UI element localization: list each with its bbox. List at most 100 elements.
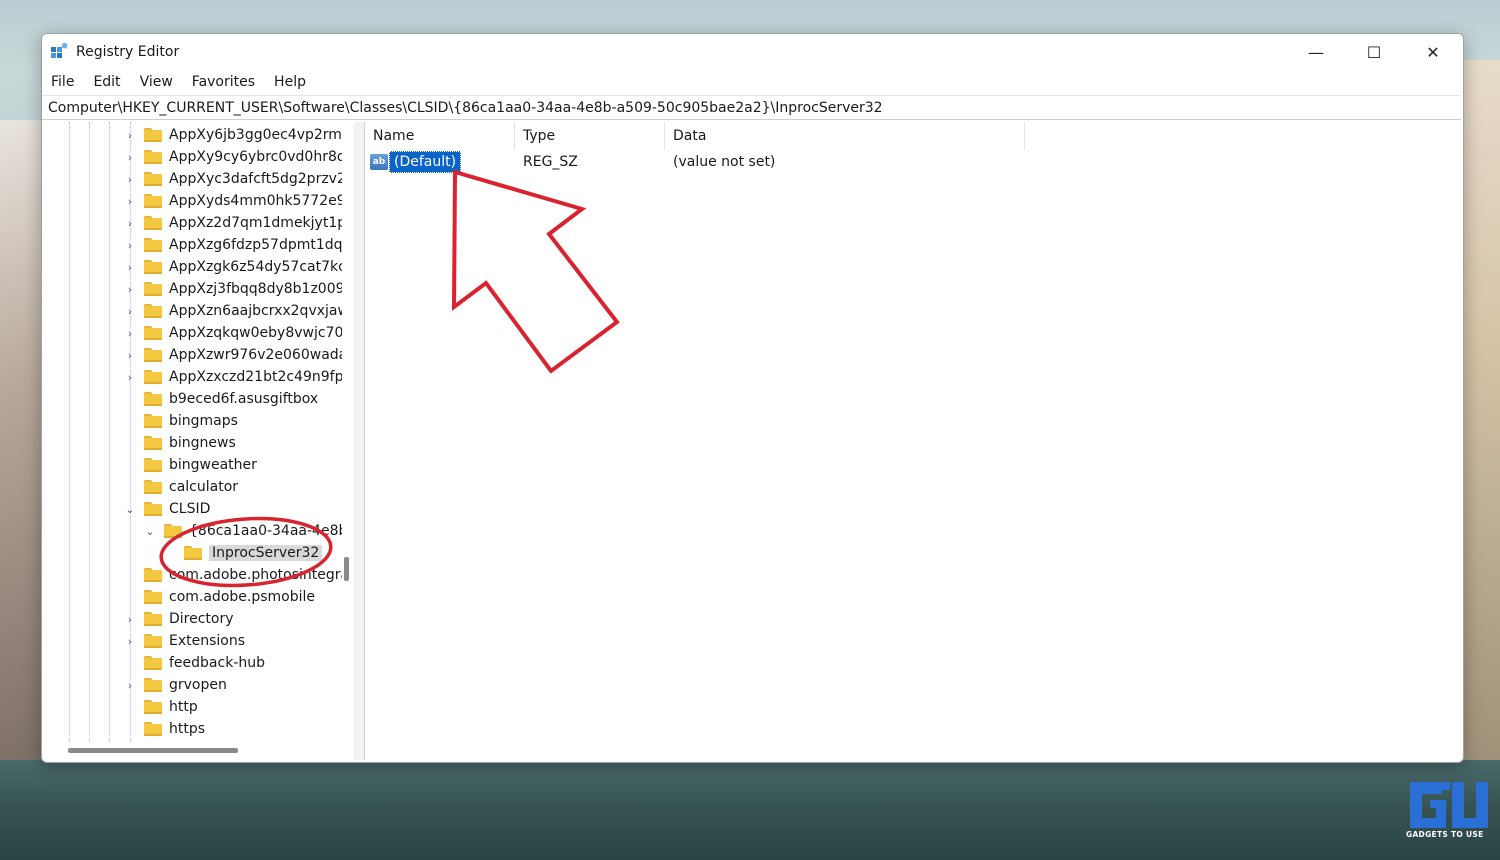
tree-item[interactable]: › Directory	[124, 608, 234, 630]
chevron-down-icon[interactable]: ⌄	[144, 525, 156, 538]
chevron-right-icon[interactable]: ›	[124, 283, 136, 296]
folder-icon	[144, 194, 162, 208]
tree-item[interactable]: › AppXzg6fdzp57dpmt1dqa	[124, 234, 347, 256]
tree-vertical-scrollbar[interactable]	[342, 122, 354, 742]
chevron-right-icon[interactable]: ›	[124, 305, 136, 318]
values-list[interactable]: Name Type Data ab (Default) REG_SZ (valu…	[365, 122, 1461, 760]
tree-item[interactable]: bingmaps	[124, 410, 238, 432]
tree-item[interactable]: › AppXzwr976v2e060wada4	[124, 344, 347, 366]
chevron-right-icon[interactable]: ›	[124, 327, 136, 340]
folder-icon	[144, 612, 162, 626]
value-row-default[interactable]: ab (Default)	[365, 151, 515, 173]
tree-item-label: https	[169, 721, 206, 737]
menu-view[interactable]: View	[139, 72, 174, 92]
folder-icon	[144, 480, 162, 494]
title-bar[interactable]: Registry Editor — ☐ ✕	[42, 34, 1463, 70]
chevron-right-icon[interactable]: ›	[124, 371, 136, 384]
folder-icon	[144, 216, 162, 230]
tree-item[interactable]: InprocServer32	[164, 542, 323, 564]
tree-item[interactable]: calculator	[124, 476, 238, 498]
tree-item[interactable]: › AppXz2d7qm1dmekjyt1p7	[124, 212, 347, 234]
close-button[interactable]: ✕	[1404, 34, 1462, 70]
tree-item[interactable]: bingnews	[124, 432, 236, 454]
tree-item[interactable]: com.adobe.photosintegra	[124, 564, 347, 586]
chevron-right-icon[interactable]: ›	[124, 635, 136, 648]
tree-item[interactable]: bingweather	[124, 454, 257, 476]
chevron-right-icon[interactable]: ›	[124, 173, 136, 186]
column-header-type[interactable]: Type	[515, 122, 665, 150]
tree-item[interactable]: feedback-hub	[124, 652, 265, 674]
pane-splitter[interactable]	[354, 122, 365, 760]
column-header-data[interactable]: Data	[665, 122, 1025, 150]
chevron-right-icon[interactable]: ›	[124, 679, 136, 692]
tree-item-label: bingweather	[169, 457, 257, 473]
menu-help[interactable]: Help	[273, 72, 307, 92]
tree-item[interactable]: › AppXzn6aajbcrxx2qvxjaw	[124, 300, 347, 322]
value-data: (value not set)	[673, 154, 776, 170]
tree-item[interactable]: https	[124, 718, 205, 740]
tree-scroll-thumb[interactable]	[344, 557, 349, 581]
tree-item[interactable]: ⌄ {86ca1aa0-34aa-4e8b-	[144, 520, 347, 542]
tree-item[interactable]: com.adobe.psmobile	[124, 586, 315, 608]
folder-icon	[144, 656, 162, 670]
registry-editor-window: Registry Editor — ☐ ✕ File Edit View Fav…	[41, 33, 1464, 763]
menu-favorites[interactable]: Favorites	[191, 72, 256, 92]
tree-item[interactable]: b9eced6f.asusgiftbox	[124, 388, 318, 410]
folder-icon	[144, 238, 162, 252]
folder-icon	[144, 590, 162, 604]
tree-item[interactable]: › Extensions	[124, 630, 245, 652]
chevron-right-icon[interactable]: ›	[124, 261, 136, 274]
folder-icon	[144, 436, 162, 450]
tree-horizontal-scrollbar[interactable]	[68, 748, 238, 753]
tree-item-label: b9eced6f.asusgiftbox	[169, 391, 319, 407]
tree-guide-line	[109, 122, 110, 742]
folder-icon	[144, 700, 162, 714]
menu-bar: File Edit View Favorites Help	[42, 70, 1463, 94]
tree-item-label: calculator	[169, 479, 239, 495]
tree-item[interactable]: › grvopen	[124, 674, 227, 696]
minimize-icon: —	[1308, 42, 1324, 62]
registry-tree[interactable]: › AppXy6jb3gg0ec4vp2rmn › AppXy9cy6ybrc0vd0…	[42, 122, 355, 760]
tree-item-label: com.adobe.psmobile	[169, 589, 315, 605]
chevron-right-icon[interactable]: ›	[124, 151, 136, 164]
menu-file[interactable]: File	[50, 72, 75, 92]
tree-item[interactable]: › AppXzxczd21bt2c49n9fpg	[124, 366, 347, 388]
chevron-right-icon[interactable]: ›	[124, 349, 136, 362]
value-name-default[interactable]: (Default)	[389, 151, 462, 173]
chevron-right-icon[interactable]: ›	[124, 195, 136, 208]
chevron-right-icon[interactable]: ›	[124, 129, 136, 142]
chevron-right-icon[interactable]: ›	[124, 613, 136, 626]
tree-item-label: AppXzqkqw0eby8vwjc70s	[169, 325, 347, 341]
chevron-right-icon[interactable]: ›	[124, 217, 136, 230]
tree-item[interactable]: › AppXzqkqw0eby8vwjc70s	[124, 322, 347, 344]
column-header-name[interactable]: Name	[365, 122, 515, 150]
folder-icon	[184, 546, 202, 560]
value-type: REG_SZ	[523, 154, 578, 170]
maximize-button[interactable]: ☐	[1345, 34, 1403, 70]
tree-item[interactable]: › AppXzj3fbqq8dy8b1z009f	[124, 278, 347, 300]
tree-item[interactable]: › AppXy6jb3gg0ec4vp2rmn	[124, 124, 347, 146]
folder-icon	[164, 524, 182, 538]
tree-item[interactable]: › AppXyds4mm0hk5772e9fı	[124, 190, 347, 212]
tree-item-label: {86ca1aa0-34aa-4e8b-	[189, 523, 347, 539]
tree-item[interactable]: http	[124, 696, 198, 718]
minimize-button[interactable]: —	[1287, 34, 1345, 70]
tree-item[interactable]: ⌄ CLSID	[124, 498, 210, 520]
address-bar[interactable]: Computer\HKEY_CURRENT_USER\Software\Clas…	[42, 95, 1461, 120]
menu-edit[interactable]: Edit	[92, 72, 121, 92]
tree-item[interactable]: › AppXzgk6z54dy57cat7kcv	[124, 256, 347, 278]
chevron-down-icon[interactable]: ⌄	[124, 503, 136, 516]
chevron-right-icon[interactable]: ›	[124, 239, 136, 252]
tree-item-label: bingnews	[169, 435, 236, 451]
close-icon: ✕	[1426, 42, 1440, 62]
tree-item[interactable]: › AppXy9cy6ybrc0vd0hr8dd	[124, 146, 347, 168]
folder-icon	[144, 634, 162, 648]
tree-item-label: AppXzxczd21bt2c49n9fpg	[169, 369, 347, 385]
tree-item-label: com.adobe.photosintegra	[169, 567, 347, 583]
tree-item[interactable]: › AppXyc3dafcft5dg2przv2​8	[124, 168, 347, 190]
folder-icon	[144, 392, 162, 406]
